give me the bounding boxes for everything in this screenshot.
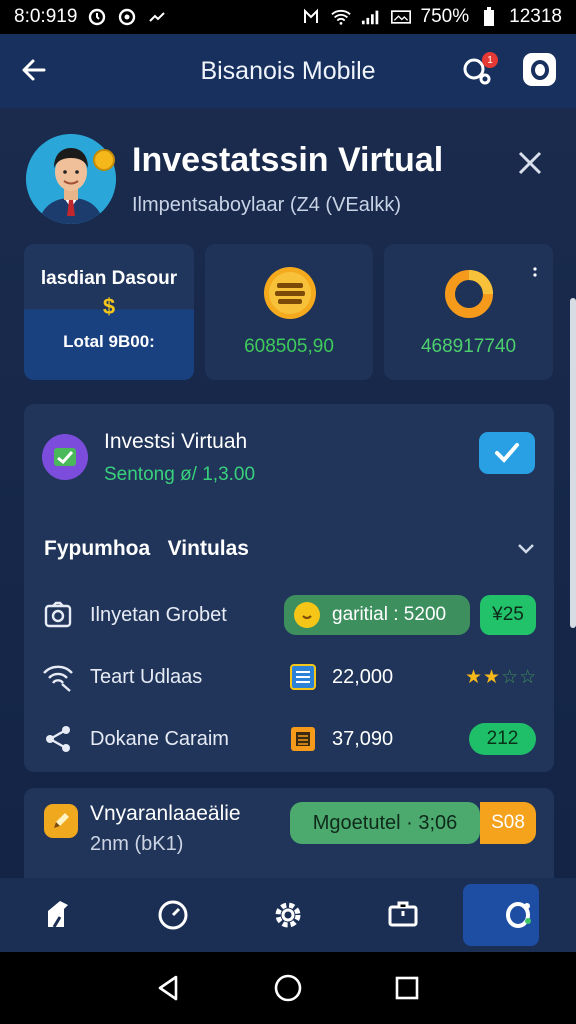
ring-icon [445,270,493,318]
rocket-icon [47,901,68,928]
partial-pill[interactable]: garitial : 5200 [284,595,470,635]
list-item[interactable]: Dokane Caraim 37,090 212 [42,716,536,762]
secondary-title: Vnyaranlaaeälie [90,802,241,825]
gauge-icon [158,900,188,930]
row-badge[interactable]: 212 [469,723,536,755]
coin-stack-icon [264,267,316,319]
investment-icon [42,434,88,480]
secondary-panel: Vnyaranlaaeälie 2nm (bK1) Mgoetutel · 3;… [24,788,554,878]
rating-stars: ★★☆☆ [465,666,537,689]
balance-card-title: lasdian Dasour [40,268,178,289]
status-time: 8:0:919 [14,6,78,27]
list-item[interactable]: Teart Udlaas 22,000 ★★☆☆ [42,654,536,700]
balance-card[interactable]: lasdian Dasour $ Lotal 9B00: [24,244,194,380]
dollar-icon: $ [102,294,116,319]
scrollbar[interactable] [570,298,576,628]
network-icon [506,902,532,928]
row-badge[interactable]: ¥25 [480,595,536,635]
status-bar: 8:0:919 750% 12318 [0,0,576,34]
system-nav [0,952,576,1024]
share-icon [42,723,74,755]
nav-item-wallet[interactable] [346,878,461,952]
nav-item-dashboard[interactable] [115,878,230,952]
nav-item-home[interactable] [0,878,115,952]
profile-button[interactable] [523,53,556,86]
bottom-nav [0,878,576,952]
check-icon [495,443,519,463]
avatar[interactable] [26,134,116,224]
row-label: Dokane Caraim [90,727,229,750]
notification-badge: 1 [482,52,498,68]
main-content: Investatssin Virtual Ilmpentsaboylaar (Z… [0,108,576,878]
wifi-icon [330,7,351,27]
coin-badge-icon [93,149,115,171]
cell-signal-icon [361,7,381,27]
status-clock: 12318 [509,6,562,27]
more-vertical-icon[interactable] [531,266,539,282]
briefcase-icon [388,901,418,927]
user-avatar-icon [26,134,116,224]
back-triangle-icon[interactable] [152,971,186,1005]
recents-square-icon[interactable] [390,971,424,1005]
section-toggle[interactable]: Fypumhoa Vintulas [44,534,538,564]
list-item[interactable]: Ilnyetan Grobet garitial : 5200 ¥25 [42,592,536,638]
back-arrow-icon [22,59,46,81]
close-button[interactable] [513,146,547,180]
pencil-icon [44,804,78,838]
rating-stars-empty: ☆☆ [501,666,538,688]
page-subtitle: Ilmpentsaboylaar (Z4 (VEalkk) [132,194,401,216]
row-value: 22,000 [332,665,394,688]
coin-stack-card[interactable]: 608505,90 [205,244,373,380]
alarm-icon [87,7,107,27]
partial-pill-label: garitial : 5200 [332,604,447,625]
record-icon [117,7,137,27]
investment-subtitle: Sentong ø/ 1,3.00 [104,464,256,485]
home-circle-icon[interactable] [271,971,305,1005]
battery-icon [479,7,499,27]
page-title: Investatssin Virtual [132,141,444,179]
close-icon [518,151,542,175]
camera-icon [42,599,74,631]
secondary-badge[interactable]: S08 [480,802,536,844]
nfc-icon [301,7,321,27]
ring-icon [530,59,549,80]
row-value: 37,090 [332,727,394,750]
nav-item-settings[interactable] [230,878,345,952]
smile-coin-icon [294,602,320,628]
signal-activity-icon [147,7,167,27]
coin-stack-value: 608505,90 [244,336,334,357]
image-icon [390,7,411,27]
investment-panel: Investsi Virtuah Sentong ø/ 1,3.00 Fypum… [24,404,554,772]
app-bar: Bisanois Mobile 1 [0,34,576,108]
row-label: Teart Udlaas [90,665,203,688]
secondary-subtitle: 2nm (bK1) [90,833,184,855]
back-button[interactable] [18,54,50,86]
balance-total: Lotal 9B00: [63,332,155,351]
wifi-icon [42,661,74,693]
confirm-button[interactable] [479,432,535,474]
ring-card[interactable]: 468917740 [384,244,553,380]
secondary-pill[interactable]: Mgoetutel · 3;06 [290,802,480,844]
gear-icon [275,902,301,928]
document-icon [291,727,315,751]
rating-stars-filled: ★★ [465,666,502,688]
investment-title: Investsi Virtuah [104,430,248,453]
ring-value: 468917740 [420,336,517,357]
ledger-icon [290,664,316,690]
battery-level: 750% [420,6,470,27]
nav-item-network[interactable] [461,878,576,952]
section-title: Fypumhoa Vintulas [44,537,249,560]
search-button[interactable]: 1 [458,52,498,92]
chevron-down-icon [518,544,534,554]
row-label: Ilnyetan Grobet [90,603,227,626]
app-title: Bisanois Mobile [200,56,376,85]
